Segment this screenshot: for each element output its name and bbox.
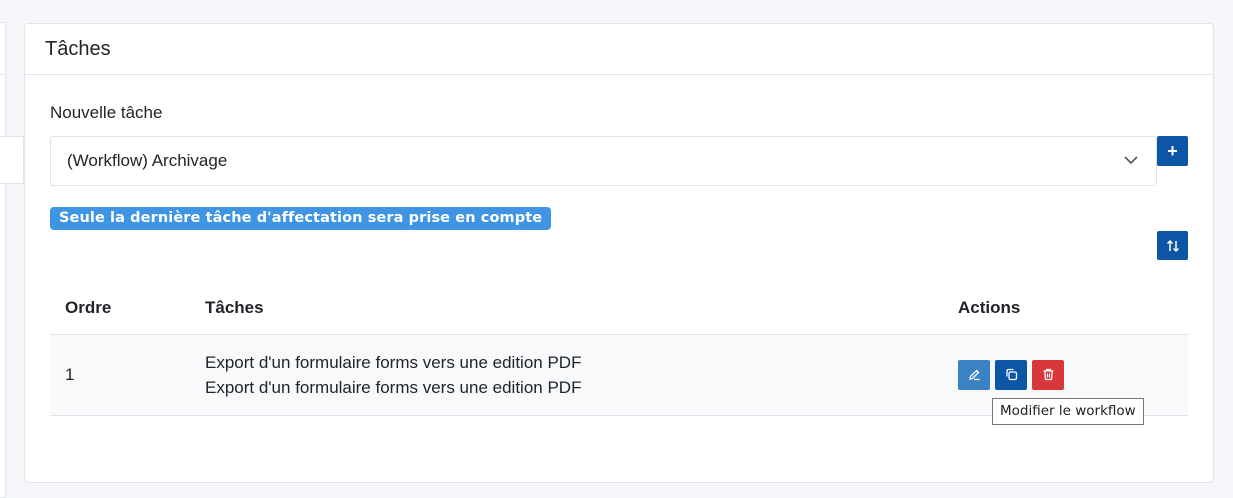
row-actions [958,359,1188,390]
left-panel-divider [0,74,6,75]
column-header-tasks: Tâches [190,283,943,335]
copy-icon [1005,368,1017,381]
chevron-down-icon [1124,156,1138,165]
duplicate-button[interactable] [995,359,1027,390]
new-task-label: Nouvelle tâche [50,103,163,122]
pencil-edit-icon [968,369,979,381]
trash-icon [1043,368,1053,381]
assignment-notice-badge: Seule la dernière tâche d'affectation se… [50,207,552,230]
edit-button[interactable] [958,359,990,390]
edit-workflow-tooltip: Modifier le workflow [992,398,1144,425]
sort-order-button[interactable] [1157,231,1188,260]
column-header-actions: Actions [943,283,1188,335]
sort-arrows-icon [1166,239,1179,252]
card-title: Tâches [45,38,111,60]
tasks-table: Ordre Tâches Actions 1 Export d'un formu… [50,283,1188,416]
column-header-order: Ordre [50,283,190,335]
card-header: Tâches [25,24,1213,75]
left-panel-field [0,136,24,184]
row-tasks-cell: Export d'un formulaire forms vers une ed… [190,334,943,416]
task-description-line: Export d'un formulaire forms vers une ed… [205,352,582,372]
row-order-cell: 1 [50,334,190,416]
task-description-line: Export d'un formulaire forms vers une ed… [205,377,582,397]
add-task-button[interactable]: + [1157,136,1188,166]
delete-button[interactable] [1032,359,1064,390]
new-task-select[interactable]: (Workflow) Archivage [50,136,1157,186]
left-panel-edge [0,22,6,498]
new-task-selected-value: (Workflow) Archivage [67,151,228,170]
table-header-row: Ordre Tâches Actions [50,283,1188,335]
